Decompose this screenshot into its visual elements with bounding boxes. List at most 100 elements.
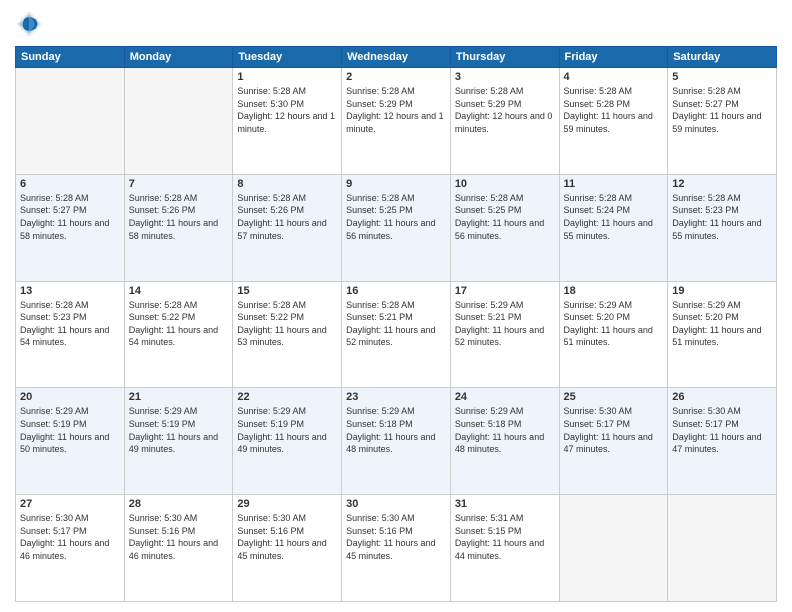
day-cell: 14Sunrise: 5:28 AMSunset: 5:22 PMDayligh… xyxy=(124,281,233,388)
day-info: Sunrise: 5:28 AMSunset: 5:26 PMDaylight:… xyxy=(237,192,337,242)
day-cell: 19 Sunrise: 5:29 AMSunset: 5:20 PMDayligh… xyxy=(668,281,777,388)
day-number: 20 xyxy=(20,391,120,403)
day-info: Sunrise: 5:29 AMSunset: 5:19 PMDaylight:… xyxy=(20,405,120,455)
day-number: 16 xyxy=(346,285,446,297)
day-number: 30 xyxy=(346,498,446,510)
day-info: Sunrise: 5:28 AMSunset: 5:24 PMDaylight:… xyxy=(564,192,664,242)
day-number: 19 xyxy=(672,285,772,297)
logo-icon xyxy=(15,10,43,38)
day-cell: 2 Sunrise: 5:28 AMSunset: 5:29 PMDaylight… xyxy=(342,68,451,175)
day-number: 15 xyxy=(237,285,337,297)
day-number: 4 xyxy=(564,71,664,83)
day-number: 22 xyxy=(237,391,337,403)
day-info: Sunrise: 5:28 AMSunset: 5:29 PMDaylight:… xyxy=(346,85,446,135)
day-number: 1 xyxy=(237,71,337,83)
day-info: Sunrise: 5:29 AMSunset: 5:18 PMDaylight:… xyxy=(455,405,555,455)
day-cell: 31 Sunrise: 5:31 AMSunset: 5:15 PMDayligh… xyxy=(450,495,559,602)
day-cell: 18 Sunrise: 5:29 AMSunset: 5:20 PMDayligh… xyxy=(559,281,668,388)
day-info: Sunrise: 5:28 AMSunset: 5:28 PMDaylight:… xyxy=(564,85,664,135)
header-row: SundayMondayTuesdayWednesdayThursdayFrid… xyxy=(16,47,777,68)
day-info: Sunrise: 5:28 AMSunset: 5:26 PMDaylight:… xyxy=(129,192,229,242)
day-info: Sunrise: 5:29 AMSunset: 5:18 PMDaylight:… xyxy=(346,405,446,455)
day-info: Sunrise: 5:28 AMSunset: 5:22 PMDaylight:… xyxy=(129,299,229,349)
day-number: 3 xyxy=(455,71,555,83)
day-number: 9 xyxy=(346,178,446,190)
calendar-table: SundayMondayTuesdayWednesdayThursdayFrid… xyxy=(15,46,777,602)
day-info: Sunrise: 5:28 AMSunset: 5:23 PMDaylight:… xyxy=(672,192,772,242)
day-cell: 4 Sunrise: 5:28 AMSunset: 5:28 PMDaylight… xyxy=(559,68,668,175)
day-cell: 24 Sunrise: 5:29 AMSunset: 5:18 PMDayligh… xyxy=(450,388,559,495)
day-number: 27 xyxy=(20,498,120,510)
header xyxy=(15,10,777,38)
day-info: Sunrise: 5:29 AMSunset: 5:20 PMDaylight:… xyxy=(564,299,664,349)
day-info: Sunrise: 5:29 AMSunset: 5:21 PMDaylight:… xyxy=(455,299,555,349)
day-cell: 21Sunrise: 5:29 AMSunset: 5:19 PMDayligh… xyxy=(124,388,233,495)
logo xyxy=(15,10,47,38)
day-number: 25 xyxy=(564,391,664,403)
day-number: 23 xyxy=(346,391,446,403)
col-header-friday: Friday xyxy=(559,47,668,68)
day-number: 31 xyxy=(455,498,555,510)
day-number: 17 xyxy=(455,285,555,297)
day-cell: 10 Sunrise: 5:28 AMSunset: 5:25 PMDayligh… xyxy=(450,174,559,281)
day-cell: 29 Sunrise: 5:30 AMSunset: 5:16 PMDayligh… xyxy=(233,495,342,602)
day-number: 12 xyxy=(672,178,772,190)
day-info: Sunrise: 5:30 AMSunset: 5:17 PMDaylight:… xyxy=(20,512,120,562)
day-cell: 3 Sunrise: 5:28 AMSunset: 5:29 PMDaylight… xyxy=(450,68,559,175)
day-cell: 5Sunrise: 5:28 AMSunset: 5:27 PMDaylight… xyxy=(668,68,777,175)
col-header-thursday: Thursday xyxy=(450,47,559,68)
day-cell: 11 Sunrise: 5:28 AMSunset: 5:24 PMDayligh… xyxy=(559,174,668,281)
day-info: Sunrise: 5:29 AMSunset: 5:20 PMDaylight:… xyxy=(672,299,772,349)
day-info: Sunrise: 5:30 AMSunset: 5:16 PMDaylight:… xyxy=(346,512,446,562)
day-cell: 17 Sunrise: 5:29 AMSunset: 5:21 PMDayligh… xyxy=(450,281,559,388)
day-info: Sunrise: 5:29 AMSunset: 5:19 PMDaylight:… xyxy=(237,405,337,455)
day-cell: 20 Sunrise: 5:29 AMSunset: 5:19 PMDayligh… xyxy=(16,388,125,495)
day-info: Sunrise: 5:28 AMSunset: 5:27 PMDaylight:… xyxy=(20,192,120,242)
day-cell: 22 Sunrise: 5:29 AMSunset: 5:19 PMDayligh… xyxy=(233,388,342,495)
day-cell xyxy=(668,495,777,602)
day-cell: 25 Sunrise: 5:30 AMSunset: 5:17 PMDayligh… xyxy=(559,388,668,495)
day-info: Sunrise: 5:28 AMSunset: 5:30 PMDaylight:… xyxy=(237,85,337,135)
col-header-sunday: Sunday xyxy=(16,47,125,68)
day-number: 29 xyxy=(237,498,337,510)
day-cell: 1 Sunrise: 5:28 AMSunset: 5:30 PMDaylight… xyxy=(233,68,342,175)
day-cell: 28 Sunrise: 5:30 AMSunset: 5:16 PMDayligh… xyxy=(124,495,233,602)
day-number: 10 xyxy=(455,178,555,190)
day-cell: 15 Sunrise: 5:28 AMSunset: 5:22 PMDayligh… xyxy=(233,281,342,388)
week-row-5: 27 Sunrise: 5:30 AMSunset: 5:17 PMDayligh… xyxy=(16,495,777,602)
day-number: 6 xyxy=(20,178,120,190)
day-info: Sunrise: 5:30 AMSunset: 5:17 PMDaylight:… xyxy=(564,405,664,455)
day-number: 21 xyxy=(129,391,229,403)
day-number: 24 xyxy=(455,391,555,403)
week-row-1: 1 Sunrise: 5:28 AMSunset: 5:30 PMDaylight… xyxy=(16,68,777,175)
day-number: 13 xyxy=(20,285,120,297)
week-row-3: 13 Sunrise: 5:28 AMSunset: 5:23 PMDayligh… xyxy=(16,281,777,388)
day-cell: 27 Sunrise: 5:30 AMSunset: 5:17 PMDayligh… xyxy=(16,495,125,602)
day-info: Sunrise: 5:28 AMSunset: 5:29 PMDaylight:… xyxy=(455,85,555,135)
day-number: 28 xyxy=(129,498,229,510)
day-number: 7 xyxy=(129,178,229,190)
day-number: 8 xyxy=(237,178,337,190)
day-cell: 7 Sunrise: 5:28 AMSunset: 5:26 PMDaylight… xyxy=(124,174,233,281)
day-number: 26 xyxy=(672,391,772,403)
day-cell: 23 Sunrise: 5:29 AMSunset: 5:18 PMDayligh… xyxy=(342,388,451,495)
day-cell xyxy=(124,68,233,175)
day-info: Sunrise: 5:30 AMSunset: 5:16 PMDaylight:… xyxy=(129,512,229,562)
day-cell: 9Sunrise: 5:28 AMSunset: 5:25 PMDaylight… xyxy=(342,174,451,281)
day-cell xyxy=(559,495,668,602)
day-info: Sunrise: 5:30 AMSunset: 5:16 PMDaylight:… xyxy=(237,512,337,562)
day-info: Sunrise: 5:30 AMSunset: 5:17 PMDaylight:… xyxy=(672,405,772,455)
day-cell: 16 Sunrise: 5:28 AMSunset: 5:21 PMDayligh… xyxy=(342,281,451,388)
day-number: 18 xyxy=(564,285,664,297)
day-cell: 13 Sunrise: 5:28 AMSunset: 5:23 PMDayligh… xyxy=(16,281,125,388)
week-row-2: 6 Sunrise: 5:28 AMSunset: 5:27 PMDaylight… xyxy=(16,174,777,281)
day-info: Sunrise: 5:28 AMSunset: 5:27 PMDaylight:… xyxy=(672,85,772,135)
day-info: Sunrise: 5:28 AMSunset: 5:22 PMDaylight:… xyxy=(237,299,337,349)
day-info: Sunrise: 5:31 AMSunset: 5:15 PMDaylight:… xyxy=(455,512,555,562)
day-info: Sunrise: 5:28 AMSunset: 5:21 PMDaylight:… xyxy=(346,299,446,349)
day-number: 2 xyxy=(346,71,446,83)
day-info: Sunrise: 5:28 AMSunset: 5:25 PMDaylight:… xyxy=(455,192,555,242)
day-cell: 8 Sunrise: 5:28 AMSunset: 5:26 PMDaylight… xyxy=(233,174,342,281)
day-number: 11 xyxy=(564,178,664,190)
day-info: Sunrise: 5:28 AMSunset: 5:23 PMDaylight:… xyxy=(20,299,120,349)
